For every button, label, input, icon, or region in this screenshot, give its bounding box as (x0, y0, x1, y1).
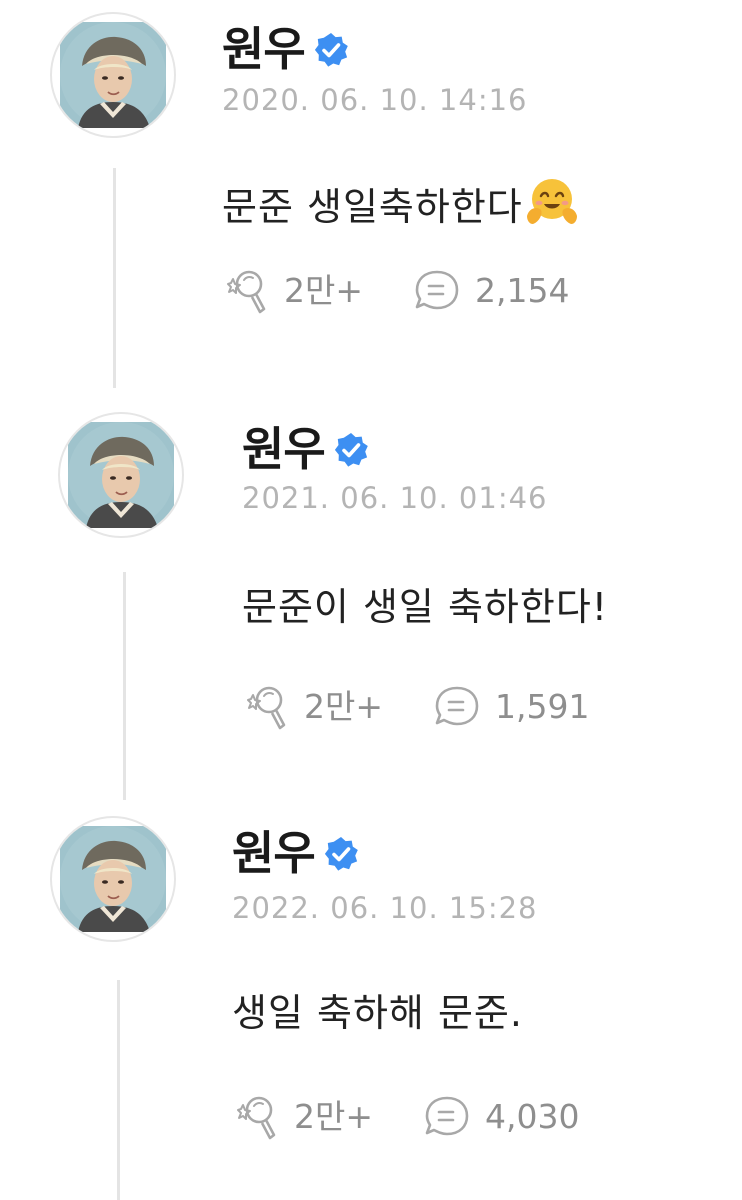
post-text-container: 생일 축하해 문준. (232, 994, 523, 1032)
thread-line (123, 572, 126, 800)
post-timestamp: 2021. 06. 10. 01:46 (242, 481, 548, 515)
post-2: 원우 2021. 06. 10. 01:46 문준이 생일 축하한다! 2만+ … (0, 400, 742, 800)
author-name[interactable]: 원우 (222, 26, 306, 72)
like-count: 2만+ (304, 686, 384, 726)
lightstick-icon (220, 264, 272, 316)
avatar-image (68, 422, 174, 528)
hugging-face-emoji-icon (525, 176, 579, 230)
post-timestamp: 2022. 06. 10. 15:28 (232, 891, 538, 925)
post-stats: 2만+ 1,591 (240, 680, 590, 732)
post-timestamp: 2020. 06. 10. 14:16 (222, 83, 528, 117)
verified-badge-icon (333, 432, 369, 468)
author-row: 원우 (242, 426, 369, 472)
lightstick-icon (240, 680, 292, 732)
comment-count: 2,154 (475, 270, 570, 310)
comment-button[interactable]: 1,591 (431, 680, 590, 732)
author-name[interactable]: 원우 (242, 426, 326, 472)
avatar[interactable] (50, 816, 176, 942)
like-count: 2만+ (294, 1096, 374, 1136)
like-count: 2만+ (284, 270, 364, 310)
author-row: 원우 (222, 26, 349, 72)
post-text-container: 문준 생일축하한다 (222, 176, 579, 230)
thread-line (117, 980, 120, 1200)
avatar-image (60, 826, 166, 932)
post-stats: 2만+ 4,030 (230, 1090, 580, 1142)
comment-count: 1,591 (495, 686, 590, 726)
verified-badge-icon (313, 32, 349, 68)
post-text: 문준 생일축하한다 (222, 185, 523, 229)
verified-badge-icon (323, 836, 359, 872)
post-1: 원우 2020. 06. 10. 14:16 문준 생일축하한다 2만+ 2,1… (0, 0, 742, 400)
post-text: 문준이 생일 축하한다! (242, 585, 609, 629)
post-text-container: 문준이 생일 축하한다! (242, 588, 608, 626)
avatar[interactable] (50, 12, 176, 138)
author-row: 원우 (232, 830, 359, 876)
avatar[interactable] (58, 412, 184, 538)
comment-button[interactable]: 2,154 (411, 264, 570, 316)
post-text: 생일 축하해 문준. (232, 991, 523, 1035)
post-3: 원우 2022. 06. 10. 15:28 생일 축하해 문준. 2만+ 4,… (0, 800, 742, 1200)
like-button[interactable]: 2만+ (240, 680, 383, 732)
like-button[interactable]: 2만+ (230, 1090, 373, 1142)
thread-line (113, 168, 116, 388)
comment-icon (421, 1090, 473, 1142)
lightstick-icon (230, 1090, 282, 1142)
comment-count: 4,030 (485, 1096, 580, 1136)
avatar-image (60, 22, 166, 128)
comment-icon (411, 264, 463, 316)
author-name[interactable]: 원우 (232, 830, 316, 876)
like-button[interactable]: 2만+ (220, 264, 363, 316)
post-stats: 2만+ 2,154 (220, 264, 570, 316)
comment-icon (431, 680, 483, 732)
comment-button[interactable]: 4,030 (421, 1090, 580, 1142)
